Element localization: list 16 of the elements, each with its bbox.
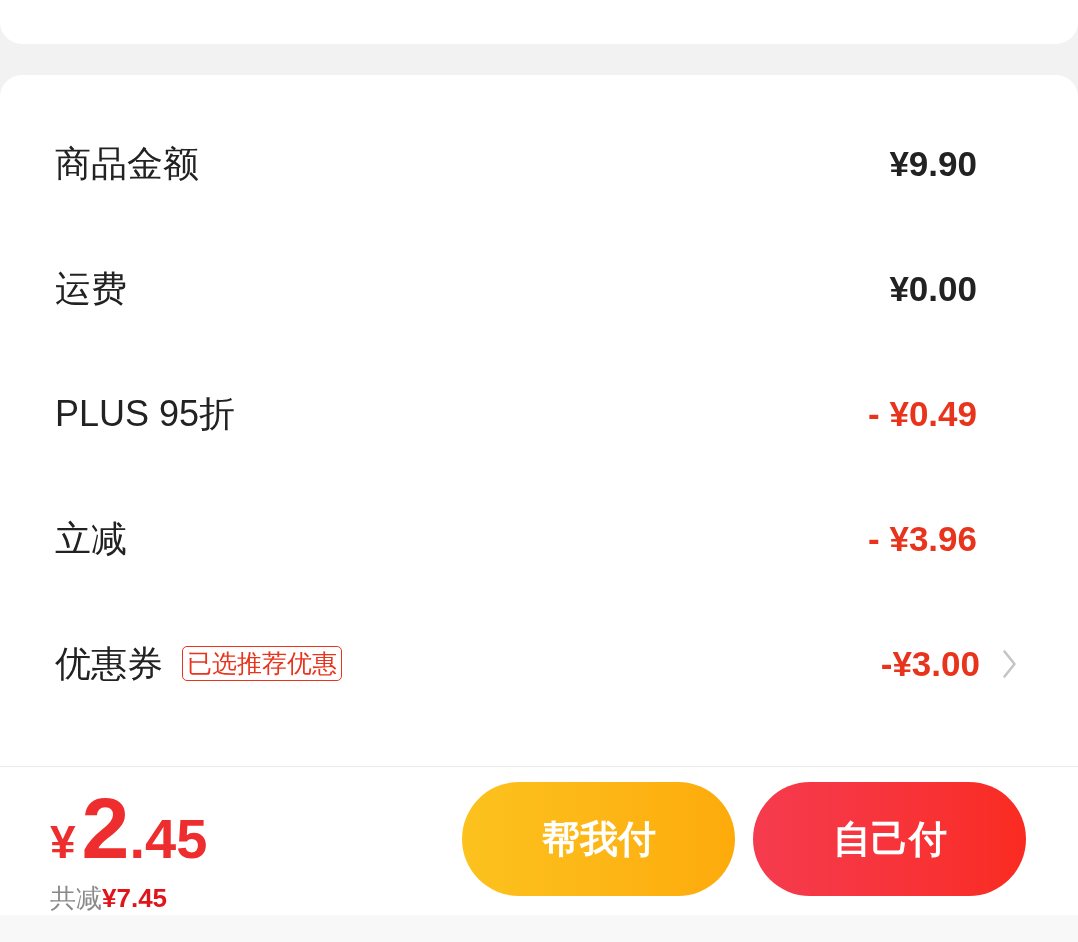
row-label: 运费	[55, 270, 127, 307]
row-label: 商品金额	[55, 145, 199, 182]
total-price: ¥2.45	[50, 785, 208, 871]
row-value: ¥9.90	[889, 146, 977, 181]
row-value[interactable]: -¥3.00	[880, 646, 980, 681]
pay-button[interactable]: 自己付	[753, 782, 1026, 896]
row-label: 立减	[55, 520, 127, 557]
row-label: PLUS 95折	[55, 395, 236, 432]
row-value: ¥0.00	[889, 271, 977, 306]
row-value: - ¥3.96	[868, 521, 977, 556]
savings-label: 共减	[50, 885, 102, 911]
recommended-tag: 已选推荐优惠	[182, 646, 342, 681]
row-label: 优惠券	[55, 645, 163, 682]
chevron-right-icon[interactable]	[1003, 649, 1016, 678]
savings-amount: ¥7.45	[102, 885, 168, 911]
row-value: - ¥0.49	[868, 396, 977, 431]
